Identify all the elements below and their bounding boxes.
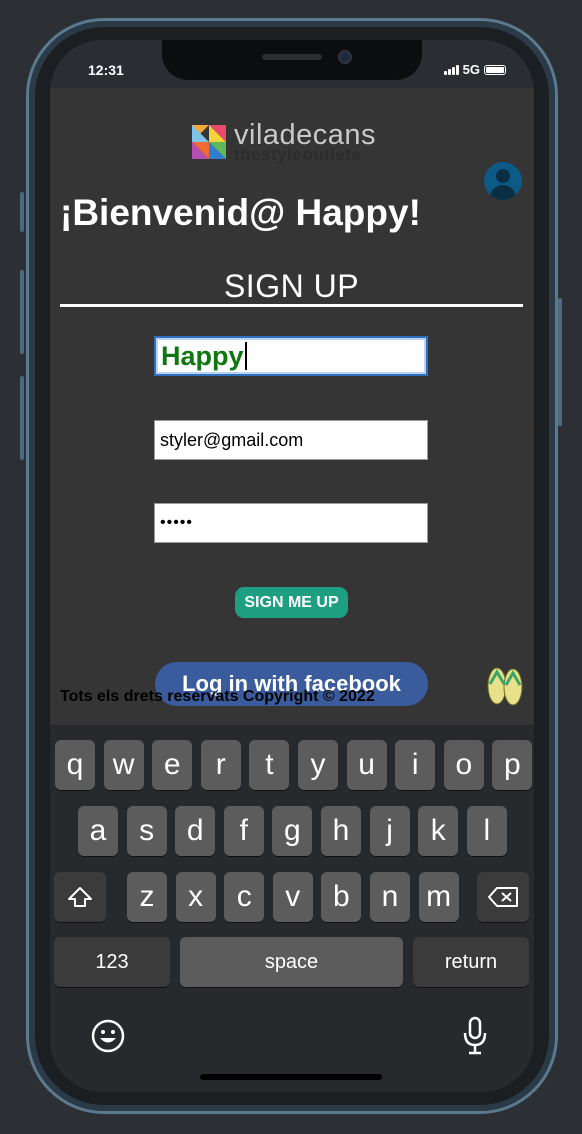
delete-key[interactable] (477, 872, 529, 922)
dictation-key[interactable] (462, 1016, 488, 1056)
brand-name-bottom: thestyleoutlets (234, 145, 362, 164)
side-button-power (558, 298, 562, 426)
backspace-icon (488, 887, 518, 907)
user-avatar-icon[interactable] (484, 162, 522, 200)
key-v[interactable]: v (272, 872, 313, 922)
key-m[interactable]: m (418, 872, 459, 922)
notch (162, 40, 422, 80)
emoji-icon (91, 1019, 125, 1053)
logo-mark-icon (192, 125, 226, 159)
key-t[interactable]: t (249, 740, 290, 790)
password-input-value: ••••• (160, 514, 194, 531)
key-j[interactable]: j (369, 806, 410, 856)
signal-icon (443, 64, 459, 75)
key-w[interactable]: w (103, 740, 144, 790)
microphone-icon (463, 1016, 487, 1055)
brand-wordmark: viladecans thestyleoutlets (234, 121, 376, 164)
key-c[interactable]: c (224, 872, 265, 922)
flip-flops-icon (487, 667, 523, 706)
key-u[interactable]: u (346, 740, 387, 790)
welcome-heading: ¡Bienvenid@ Happy! (60, 192, 421, 233)
brand-logo: viladecans thestyleoutlets (192, 121, 376, 164)
signup-page: viladecans thestyleoutlets ¡Bienvenid@ H… (50, 88, 534, 725)
front-camera (338, 50, 352, 64)
key-h[interactable]: h (321, 806, 361, 856)
network-label: 5G (462, 62, 480, 77)
key-y[interactable]: y (298, 740, 338, 790)
key-a[interactable]: a (78, 806, 118, 856)
key-o[interactable]: o (443, 740, 484, 790)
sign-me-up-button[interactable]: SIGN ME UP (235, 587, 348, 618)
shift-key[interactable] (54, 872, 106, 922)
key-g[interactable]: g (272, 806, 313, 856)
return-key[interactable]: return (413, 937, 529, 987)
name-input[interactable]: Happy (154, 336, 428, 376)
numbers-key[interactable]: 123 (54, 937, 170, 987)
key-f[interactable]: f (223, 806, 264, 856)
key-n[interactable]: n (370, 872, 410, 922)
name-input-value: Happy (161, 340, 244, 371)
key-l[interactable]: l (466, 806, 507, 856)
form-title: SIGN UP (223, 268, 360, 304)
key-z[interactable]: z (127, 872, 167, 922)
shift-icon (68, 887, 92, 907)
key-k[interactable]: k (418, 806, 459, 856)
battery-icon (484, 64, 506, 75)
key-p[interactable]: p (492, 740, 533, 790)
space-key[interactable]: space (180, 937, 403, 987)
speaker (262, 54, 322, 60)
side-button-mute (20, 192, 24, 232)
text-caret (244, 342, 247, 370)
side-button-volume-up (20, 270, 24, 354)
key-d[interactable]: d (175, 806, 216, 856)
title-divider (60, 304, 523, 307)
side-button-volume-down (20, 376, 24, 460)
status-indicators: 5G (443, 62, 506, 77)
email-input[interactable]: styler@gmail.com (154, 420, 428, 460)
key-s[interactable]: s (126, 806, 167, 856)
email-input-value: styler@gmail.com (160, 429, 304, 450)
emoji-key[interactable] (90, 1018, 126, 1054)
copyright-text: Tots els drets reservats Copyright © 202… (60, 688, 375, 705)
home-indicator (200, 1074, 382, 1080)
key-q[interactable]: q (55, 740, 95, 790)
key-i[interactable]: i (395, 740, 436, 790)
key-x[interactable]: x (175, 872, 216, 922)
status-time: 12:31 (88, 62, 124, 78)
key-r[interactable]: r (200, 740, 241, 790)
key-b[interactable]: b (321, 872, 362, 922)
key-e[interactable]: e (152, 740, 193, 790)
on-screen-keyboard: qwertyuiop asdfghjkl zxcvbnm 123 space ret… (50, 725, 534, 1092)
password-input[interactable]: ••••• (154, 503, 428, 543)
phone-screen: 12:31 5G viladecans thestyleoutlets ¡Bie… (50, 40, 534, 1092)
